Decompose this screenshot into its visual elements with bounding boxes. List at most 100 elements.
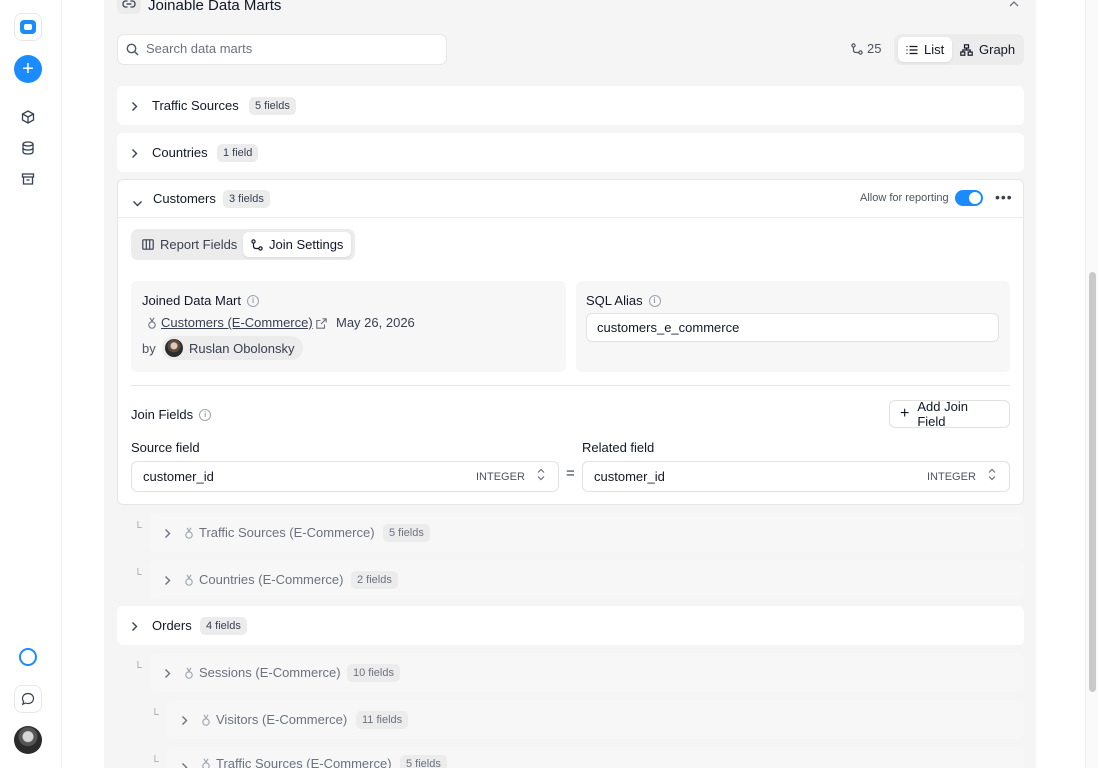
- chevron-right-icon[interactable]: [181, 713, 188, 731]
- app-logo-icon[interactable]: [14, 13, 42, 41]
- list-icon: [906, 45, 918, 54]
- section-header: Joinable Data Marts: [117, 0, 1025, 18]
- child-mart-row[interactable]: Countries (E-Commerce) 2 fields: [150, 560, 1024, 599]
- tab-label: Report Fields: [160, 237, 238, 252]
- mart-name: Countries (E-Commerce): [199, 572, 344, 587]
- child-mart-row[interactable]: Traffic Sources (E-Commerce) 5 fields: [150, 513, 1024, 552]
- medal-icon: [201, 713, 211, 731]
- archive-icon[interactable]: [14, 165, 42, 193]
- fields-badge: 2 fields: [351, 571, 398, 589]
- fields-badge: 11 fields: [356, 711, 409, 729]
- joined-data-mart-panel: Joined Data Mart i Customers (E-Commerce…: [131, 281, 566, 372]
- chevron-down-icon[interactable]: [132, 194, 143, 212]
- owner-avatar: [165, 339, 183, 357]
- more-options-icon[interactable]: •••: [995, 189, 1013, 205]
- database-icon[interactable]: [14, 134, 42, 162]
- label-text: SQL Alias: [586, 293, 643, 308]
- tab-report-fields[interactable]: Report Fields: [134, 232, 245, 257]
- section-title: Joinable Data Marts: [148, 0, 282, 14]
- sql-alias-input[interactable]: customers_e_commerce: [586, 313, 999, 342]
- owner-name: Ruslan Obolonsky: [189, 340, 295, 356]
- join-fields-label: Join Fields i: [131, 407, 212, 422]
- tree-connector: └: [134, 522, 142, 534]
- mart-name: Countries: [152, 145, 208, 160]
- tab-join-settings[interactable]: Join Settings: [243, 232, 352, 257]
- add-join-field-button[interactable]: + Add Join Field: [889, 399, 1010, 429]
- link-icon: [117, 0, 141, 14]
- mart-row-customers: Customers 3 fields Allow for reporting •…: [117, 179, 1024, 505]
- info-icon[interactable]: i: [648, 294, 661, 307]
- external-link-icon[interactable]: [316, 316, 327, 334]
- chevron-right-icon[interactable]: [131, 619, 138, 637]
- chevron-right-icon[interactable]: [131, 99, 138, 117]
- joined-date: May 26, 2026: [336, 315, 415, 330]
- mart-row-traffic-sources[interactable]: Traffic Sources 5 fields: [117, 86, 1024, 125]
- tab-label: Join Settings: [269, 237, 344, 252]
- status-ring-icon[interactable]: [14, 643, 42, 671]
- fields-badge: 5 fields: [400, 755, 447, 768]
- user-avatar[interactable]: [14, 726, 42, 754]
- related-field-type: INTEGER: [927, 471, 976, 483]
- chevron-up-icon[interactable]: [1009, 0, 1019, 10]
- chat-icon[interactable]: [14, 685, 42, 713]
- scrollbar-thumb[interactable]: [1089, 272, 1096, 692]
- child-mart-row[interactable]: Sessions (E-Commerce) 10 fields: [150, 653, 1024, 692]
- info-icon[interactable]: i: [199, 408, 212, 421]
- fields-badge: 5 fields: [383, 524, 430, 542]
- search-box[interactable]: [117, 34, 447, 65]
- allow-reporting-toggle[interactable]: [955, 190, 983, 206]
- medal-icon: [184, 526, 194, 544]
- chevron-right-icon[interactable]: [164, 666, 171, 684]
- mart-name: Traffic Sources (E-Commerce): [199, 525, 375, 540]
- graph-icon: [960, 43, 973, 56]
- fields-badge: 3 fields: [223, 190, 270, 208]
- chevron-up-down-icon: [537, 468, 545, 481]
- cube-icon[interactable]: [14, 103, 42, 131]
- fields-badge: 10 fields: [347, 664, 400, 682]
- list-view-button[interactable]: List: [898, 37, 953, 62]
- label-text: Joined Data Mart: [142, 293, 241, 308]
- joined-mart-link[interactable]: Customers (E-Commerce): [147, 315, 313, 330]
- view-switcher: List Graph: [894, 34, 1024, 65]
- mart-name: Visitors (E-Commerce): [216, 712, 348, 727]
- medal-icon: [184, 666, 194, 684]
- join-icon: [251, 238, 263, 251]
- count-value: 25: [867, 41, 882, 56]
- columns-icon: [142, 239, 154, 250]
- search-input[interactable]: [146, 41, 426, 56]
- medal-icon: [148, 317, 156, 329]
- scrollbar[interactable]: [1085, 0, 1098, 768]
- equals-sign: =: [566, 465, 575, 482]
- mart-row-countries[interactable]: Countries 1 field: [117, 133, 1024, 172]
- mart-row-orders[interactable]: Orders 4 fields: [117, 606, 1024, 645]
- related-field-name: customer_id: [594, 469, 665, 484]
- divider: [118, 217, 1023, 218]
- sql-alias-label: SQL Alias i: [586, 293, 661, 308]
- info-icon[interactable]: i: [247, 294, 259, 307]
- tree-connector: └: [151, 756, 159, 768]
- chevron-right-icon[interactable]: [181, 760, 188, 768]
- tree-connector: └: [151, 709, 159, 721]
- mart-name: Customers: [153, 191, 216, 206]
- chevron-right-icon[interactable]: [131, 146, 138, 164]
- fields-badge: 5 fields: [249, 97, 296, 115]
- chevron-right-icon[interactable]: [164, 573, 171, 591]
- connection-count: 25: [851, 41, 881, 56]
- source-field-label: Source field: [131, 440, 200, 455]
- mart-name: Sessions (E-Commerce): [199, 665, 341, 680]
- joined-data-mart-label: Joined Data Mart i: [142, 293, 259, 308]
- source-field-select[interactable]: customer_id INTEGER: [131, 461, 559, 492]
- child-mart-row[interactable]: Visitors (E-Commerce) 11 fields: [167, 700, 1024, 739]
- chevron-right-icon[interactable]: [164, 526, 171, 544]
- graph-label: Graph: [979, 42, 1016, 57]
- search-icon: [126, 43, 139, 61]
- add-icon[interactable]: +: [14, 55, 42, 83]
- child-mart-row[interactable]: Traffic Sources (E-Commerce) 5 fields: [167, 747, 1024, 768]
- by-label: by: [142, 341, 156, 356]
- list-label: List: [924, 42, 945, 57]
- chevron-up-down-icon: [988, 468, 996, 481]
- related-field-select[interactable]: customer_id INTEGER: [582, 461, 1010, 492]
- graph-view-button[interactable]: Graph: [952, 37, 1023, 62]
- divider: [131, 385, 1010, 386]
- tree-connector: └: [134, 569, 142, 581]
